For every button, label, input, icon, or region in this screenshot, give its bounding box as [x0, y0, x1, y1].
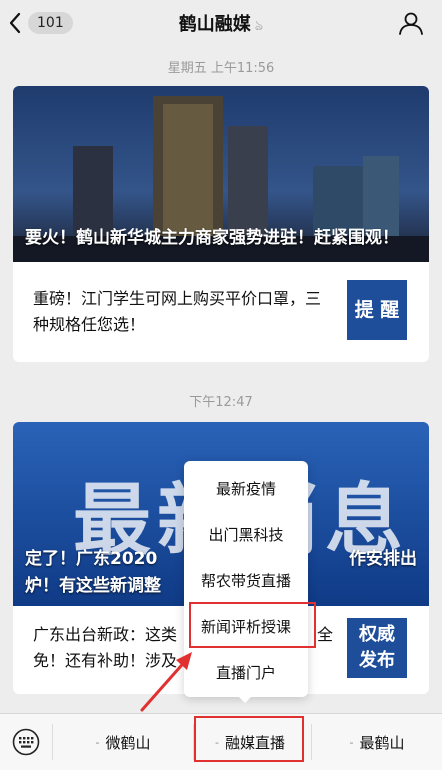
menu-item-latest-epidemic[interactable]: 最新疫情: [184, 465, 308, 511]
hero-caption-tail: 作安排出: [349, 549, 417, 569]
reminder-thumbnail: 提 醒: [347, 280, 407, 340]
annotation-arrow: [140, 652, 192, 712]
hero-caption: 要火！鹤山新华城主力商家强势进驻！赶紧围观！: [25, 228, 399, 248]
thumb-line: 权威: [359, 624, 395, 645]
menu-indicator-icon: ‐: [349, 735, 354, 749]
page-title: 鹤山融媒 ঌ: [0, 10, 442, 38]
menu-indicator-icon: ‐: [95, 735, 100, 749]
thumb-line: 发布: [359, 650, 395, 671]
tab-label: 微鹤山: [105, 733, 151, 752]
menu-item-travel-tech[interactable]: 出门黑科技: [184, 511, 308, 557]
ear-icon: ঌ: [254, 18, 264, 34]
chat-header: 101 鹤山融媒 ঌ: [0, 0, 442, 46]
menu-item-farm-live-sales[interactable]: 帮农带货直播: [184, 557, 308, 603]
sub-text-tail: 全: [316, 625, 333, 644]
hero-image[interactable]: 要火！鹤山新华城主力商家强势进驻！赶紧围观！: [13, 86, 429, 262]
menu-item-live-portal[interactable]: 直播门户: [184, 649, 308, 695]
timestamp: 下午12:47: [189, 395, 253, 410]
tab-zui-heshan[interactable]: ‐ 最鹤山: [312, 714, 442, 770]
tab-highlight-box: [194, 716, 304, 762]
timestamp: 星期五 上午11:56: [167, 61, 275, 76]
tab-wei-heshan[interactable]: ‐ 微鹤山: [53, 714, 193, 770]
profile-icon[interactable]: [398, 10, 424, 36]
article-card[interactable]: 要火！鹤山新华城主力商家强势进驻！赶紧围观！ 重磅！江门学生可网上购买平价口罩，…: [13, 86, 429, 362]
menu-item-highlight-box: [189, 602, 316, 648]
tab-label: 最鹤山: [359, 733, 405, 752]
authority-release-thumbnail: 权威 发布: [347, 618, 407, 678]
sub-article-title[interactable]: 重磅！江门学生可网上购买平价口罩，三种规格任您选！: [33, 286, 333, 338]
page-title-text: 鹤山融媒: [178, 14, 251, 35]
popup-menu: 最新疫情 出门黑科技 帮农带货直播 新闻评析授课 直播门户: [184, 461, 308, 697]
hero-caption-line: 定了！广东2020: [25, 549, 158, 569]
keyboard-icon[interactable]: [12, 728, 40, 756]
menu-caret: [237, 695, 253, 703]
